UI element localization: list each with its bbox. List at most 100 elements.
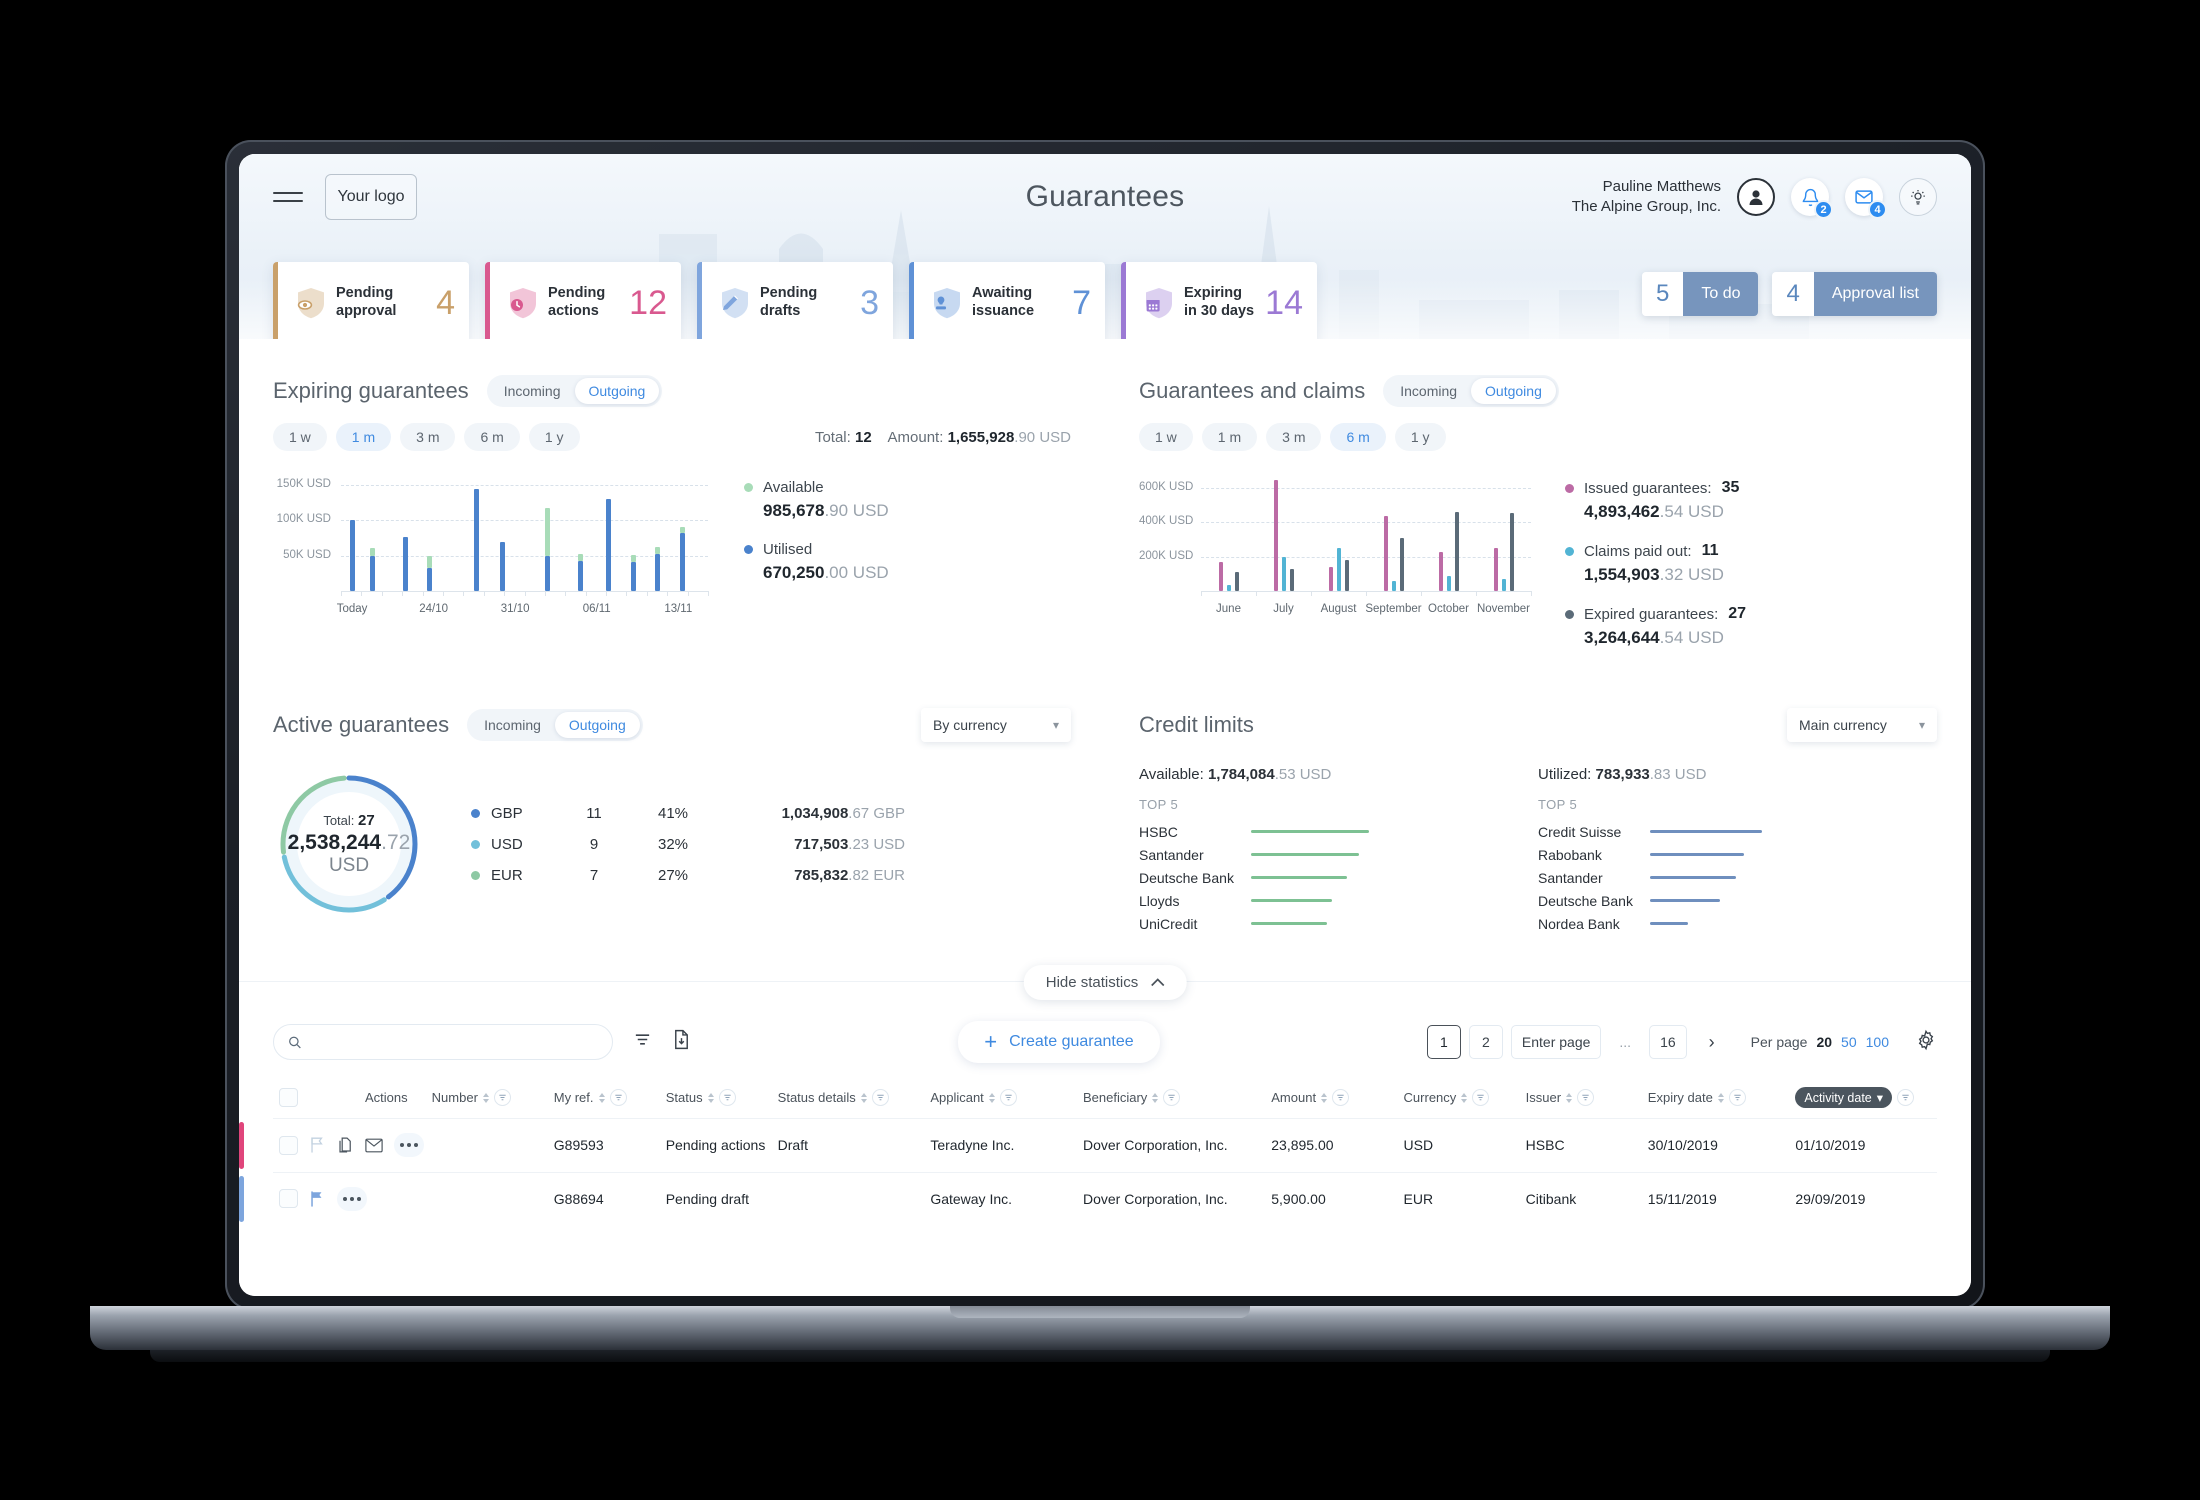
sort-icon[interactable] [1717, 1092, 1724, 1103]
column-header-actions[interactable]: Actions [273, 1077, 426, 1119]
per-page-option-100[interactable]: 100 [1866, 1034, 1889, 1050]
column-filter-icon[interactable] [609, 1089, 627, 1106]
range-1y[interactable]: 1 y [528, 423, 580, 451]
notifications-button[interactable]: 2 [1791, 178, 1833, 219]
sort-icon[interactable] [860, 1092, 867, 1103]
range-1y[interactable]: 1 y [1394, 423, 1446, 451]
column-filter-icon[interactable] [1332, 1089, 1350, 1106]
page-button-1[interactable]: 1 [1426, 1025, 1461, 1059]
column-header-currency[interactable]: Currency [1398, 1077, 1520, 1119]
sort-icon[interactable] [598, 1092, 605, 1103]
tab-outgoing[interactable]: Outgoing [1471, 378, 1556, 404]
legend-name: Available [744, 479, 889, 496]
credit-bank-name: HSBC [1139, 823, 1178, 840]
column-filter-icon[interactable] [1577, 1089, 1595, 1106]
quick-action-to-do[interactable]: 5 To do [1641, 272, 1759, 316]
range-3m[interactable]: 3 m [1266, 423, 1322, 451]
range-1m[interactable]: 1 m [335, 423, 392, 451]
per-page-option-20[interactable]: 20 [1816, 1034, 1832, 1050]
hamburger-menu-icon[interactable] [273, 186, 303, 208]
active-grouping-select[interactable]: By currency ▾ [921, 708, 1071, 742]
kpi-card-actions[interactable]: Pending actions 12 [485, 262, 681, 339]
user-avatar-icon[interactable] [1737, 178, 1775, 216]
column-header-amount[interactable]: Amount [1265, 1077, 1397, 1119]
column-filter-icon[interactable] [493, 1089, 511, 1106]
enter-page-input[interactable]: Enter page [1510, 1025, 1602, 1059]
sort-icon[interactable] [482, 1092, 489, 1103]
user-info[interactable]: Pauline Matthews The Alpine Group, Inc. [1572, 177, 1721, 218]
chevron-right-icon[interactable]: › [1694, 1025, 1729, 1059]
quick-action-approval-list[interactable]: 4 Approval list [1772, 272, 1937, 316]
column-filter-icon[interactable] [1472, 1089, 1490, 1106]
table-row[interactable]: G89593 Pending actions Draft Teradyne Inc. D… [239, 1118, 1937, 1172]
hide-statistics-button[interactable]: Hide statistics [1023, 965, 1187, 1000]
tab-outgoing[interactable]: Outgoing [574, 378, 660, 404]
column-header-activity-date[interactable]: Activity date ▾ [1789, 1077, 1937, 1119]
page-button-2[interactable]: 2 [1468, 1025, 1503, 1059]
column-header-applicant[interactable]: Applicant [924, 1077, 1077, 1119]
more-actions-icon[interactable] [337, 1186, 367, 1211]
column-header-number[interactable]: Number [426, 1077, 548, 1119]
search-box[interactable] [273, 1024, 613, 1060]
tab-outgoing[interactable]: Outgoing [554, 712, 640, 738]
bar-claims-paid-out [1226, 584, 1231, 591]
credit-bank-name: Deutsche Bank [1538, 892, 1633, 909]
column-filter-icon[interactable] [1728, 1089, 1746, 1106]
sort-icon[interactable] [707, 1092, 714, 1103]
logo-placeholder[interactable]: Your logo [325, 174, 417, 220]
axis-tick [1531, 591, 1532, 596]
theme-toggle-button[interactable] [1899, 178, 1937, 216]
cell-status-details: Draft [771, 1118, 925, 1172]
gear-icon[interactable] [1915, 1029, 1937, 1056]
sort-icon[interactable] [1566, 1092, 1573, 1103]
currency-amount: 1,034,908.67 GBP [781, 804, 905, 822]
table-row[interactable]: G88694 Pending draft Gateway Inc. Dover Cor… [239, 1171, 1937, 1225]
select-all-checkbox[interactable] [279, 1088, 298, 1107]
range-6m[interactable]: 6 m [1330, 423, 1386, 451]
kpi-card-drafts[interactable]: Pending drafts 3 [697, 262, 893, 339]
range-1w[interactable]: 1 w [273, 423, 327, 451]
tab-incoming[interactable]: Incoming [490, 378, 575, 404]
range-1w[interactable]: 1 w [1139, 423, 1193, 451]
column-filter-icon[interactable] [1163, 1089, 1181, 1106]
row-checkbox[interactable] [279, 1189, 298, 1208]
sort-icon[interactable] [988, 1092, 995, 1103]
column-filter-icon[interactable] [871, 1089, 889, 1106]
range-1m[interactable]: 1 m [1201, 423, 1258, 451]
tab-incoming[interactable]: Incoming [470, 712, 555, 738]
kpi-card-approval[interactable]: Pending approval 4 [273, 262, 469, 339]
range-3m[interactable]: 3 m [400, 423, 456, 451]
page-button-last[interactable]: 16 [1649, 1025, 1687, 1059]
column-header-beneficiary[interactable]: Beneficiary [1077, 1077, 1265, 1119]
column-filter-icon[interactable] [999, 1089, 1017, 1106]
sort-icon[interactable] [1321, 1092, 1328, 1103]
credit-currency-select[interactable]: Main currency ▾ [1787, 708, 1937, 742]
sort-icon[interactable] [1152, 1092, 1159, 1103]
x-axis-label: November [1476, 603, 1531, 615]
bell-badge: 2 [1814, 200, 1833, 219]
kpi-card-in-30-days[interactable]: Expiring in 30 days 14 [1121, 262, 1317, 339]
messages-button[interactable]: 4 [1845, 178, 1887, 219]
column-header-expiry-date[interactable]: Expiry date [1642, 1077, 1790, 1119]
column-header-status-details[interactable]: Status details [772, 1077, 925, 1119]
column-filter-icon[interactable] [718, 1089, 736, 1106]
filter-icon[interactable] [633, 1030, 652, 1054]
kpi-card-issuance[interactable]: Awaiting issuance 7 [909, 262, 1105, 339]
column-header-status[interactable]: Status [660, 1077, 772, 1119]
per-page-option-50[interactable]: 50 [1841, 1034, 1857, 1050]
credit-bank-row: Nordea Bank [1538, 912, 1937, 935]
row-checkbox[interactable] [279, 1135, 298, 1155]
column-header-my-ref-[interactable]: My ref. [548, 1077, 660, 1119]
column-header-issuer[interactable]: Issuer [1520, 1077, 1642, 1119]
table-head: Actions Number My ref. Status Status details… [273, 1077, 1937, 1119]
search-input[interactable] [310, 1034, 598, 1050]
sort-icon[interactable] [1461, 1092, 1468, 1103]
legend-color-dot [1565, 609, 1574, 619]
file-download-icon[interactable] [672, 1029, 691, 1055]
column-filter-icon[interactable] [1897, 1089, 1915, 1106]
more-actions-icon[interactable] [394, 1133, 424, 1157]
y-axis-label: 150K USD [276, 478, 331, 491]
tab-incoming[interactable]: Incoming [1386, 378, 1471, 404]
create-guarantee-button[interactable]: + Create guarantee [958, 1021, 1160, 1063]
range-6m[interactable]: 6 m [464, 423, 520, 451]
